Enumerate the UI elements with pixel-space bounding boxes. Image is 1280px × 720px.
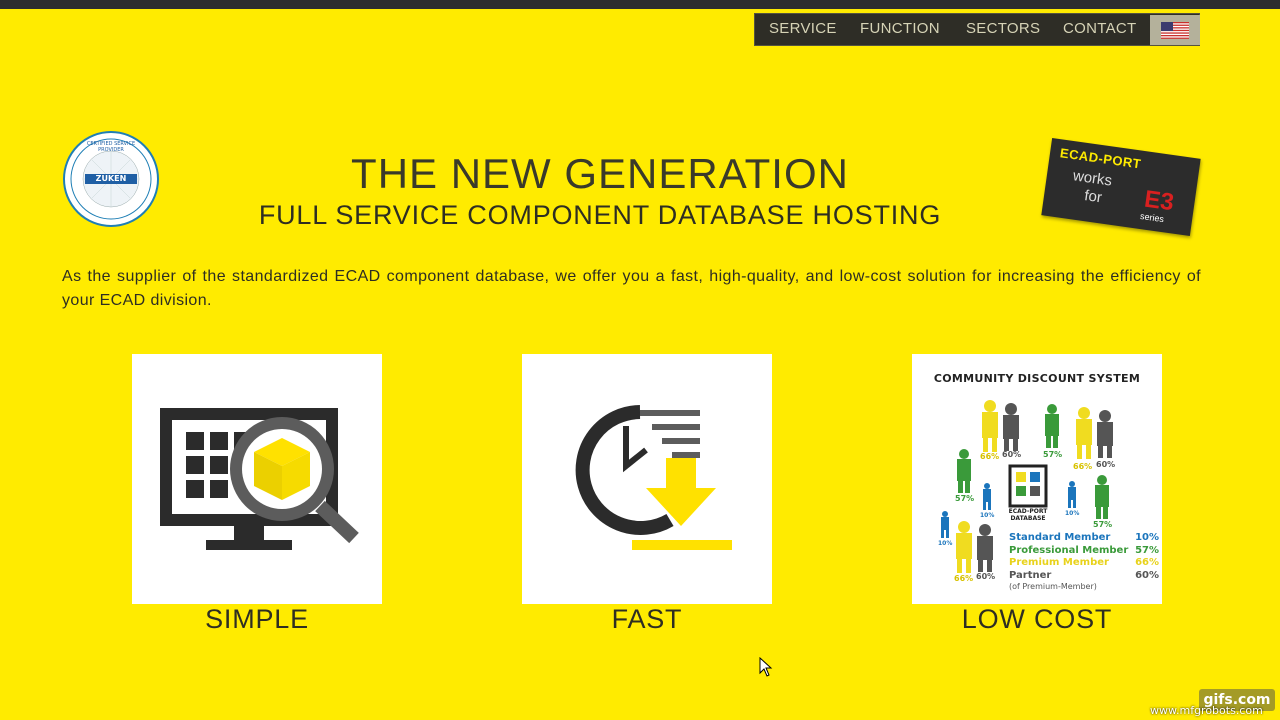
page-subtitle: FULL SERVICE COMPONENT DATABASE HOSTING <box>258 200 942 230</box>
feature-label-low-cost: LOW COST <box>961 604 1113 634</box>
figure-pct: 10% <box>980 512 995 519</box>
ecad-port-badge: ECAD-PORT works for E3 series <box>1041 137 1201 237</box>
intro-text: As the supplier of the standardized ECAD… <box>62 268 1201 309</box>
legend-name: Standard Member <box>1009 532 1111 543</box>
figure-pct: 66% <box>1073 462 1093 471</box>
seal-text: CERTIFIED SERVICE PROVIDER <box>86 141 136 153</box>
feature-label-fast: FAST <box>611 604 683 634</box>
legend-value: 60% <box>1135 569 1159 581</box>
figure-pct: 60% <box>1002 450 1022 459</box>
db-label-1: ECAD-PORT <box>1008 508 1048 515</box>
feature-card-fast[interactable] <box>522 354 772 604</box>
language-button[interactable] <box>1150 15 1200 45</box>
legend-name: Professional Member <box>1009 544 1129 556</box>
figure-pct: 10% <box>938 540 953 547</box>
badge-for: for <box>1083 187 1103 207</box>
legend-name: Partner <box>1009 569 1052 581</box>
legend-name: Premium Member <box>1009 557 1109 568</box>
figure-pct: 57% <box>1043 450 1063 459</box>
nav-contact[interactable]: CONTACT <box>1063 20 1136 37</box>
legend-value: 10% <box>1135 532 1159 543</box>
monitor-search-cube-icon <box>160 408 359 550</box>
badge-brand: ECAD-PORT <box>1059 145 1143 172</box>
feature-card-low-cost[interactable]: COMMUNITY DISCOUNT SYSTEM ECAD-PORT DATA… <box>912 354 1162 604</box>
db-label-2: DATABASE <box>1010 515 1046 522</box>
us-flag-icon <box>1161 21 1189 39</box>
figure-pct: 57% <box>955 494 975 503</box>
figure-pct: 66% <box>954 574 974 583</box>
nav-sectors[interactable]: SECTORS <box>966 20 1040 37</box>
nav-service[interactable]: SERVICE <box>769 20 837 37</box>
figure-pct: 10% <box>1065 510 1080 517</box>
mouse-cursor-icon <box>759 657 773 677</box>
clock-download-icon <box>575 405 732 550</box>
top-bar <box>0 0 1280 9</box>
feature-label-simple: SIMPLE <box>205 604 309 634</box>
figure-pct: 66% <box>980 452 1000 461</box>
feature-card-simple[interactable] <box>132 354 382 604</box>
figure-pct: 57% <box>1093 520 1113 529</box>
figure-pct: 60% <box>976 572 996 581</box>
badge-series: series <box>1139 210 1165 225</box>
main-nav: SERVICE FUNCTION SECTORS CONTACT <box>754 13 1200 46</box>
discount-legend: Standard Member 10% Professional Member 57… <box>1009 532 1159 591</box>
legend-value: 57% <box>1135 544 1159 556</box>
figure-pct: 60% <box>1096 460 1116 469</box>
legend-note: (of Premium-Member) <box>1009 582 1097 591</box>
zuken-certified-seal: ZUKEN CERTIFIED SERVICE PROVIDER <box>63 131 159 227</box>
page-title: THE NEW GENERATION <box>351 150 849 197</box>
site-watermark: www.mfgrobots.com <box>1150 704 1263 717</box>
badge-works: works <box>1071 167 1114 190</box>
legend-value: 66% <box>1135 557 1159 568</box>
nav-function[interactable]: FUNCTION <box>860 20 940 37</box>
seal-brand: ZUKEN <box>95 174 127 183</box>
